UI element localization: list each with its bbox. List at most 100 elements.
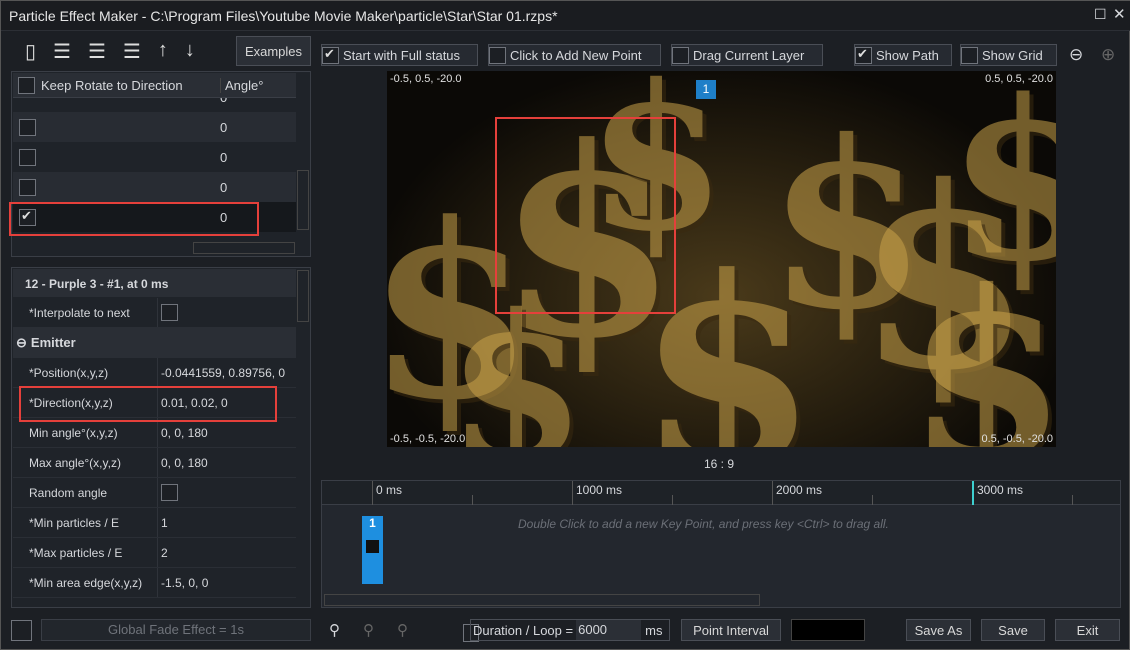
table-row[interactable]: 0 xyxy=(13,112,296,142)
property-label: Random angle xyxy=(13,478,158,507)
save-as-button[interactable]: Save As xyxy=(906,619,971,641)
property-value[interactable]: -0.0441559, 0.89756, 0 xyxy=(158,366,285,380)
maximize-icon[interactable]: ☐ xyxy=(1094,6,1107,23)
property-label: *Min area edge(x,y,z) xyxy=(13,568,158,597)
property-row[interactable]: Random angle xyxy=(13,478,296,508)
property-label: Max angle°(x,y,z) xyxy=(13,448,158,477)
corner-coord: 0.5, -0.5, -20.0 xyxy=(981,433,1053,445)
timeline-tick: 1000 ms xyxy=(572,481,622,505)
duration-unit: ms xyxy=(645,622,663,638)
show-grid-checkbox[interactable] xyxy=(961,46,978,64)
move-up-icon[interactable]: ↑ xyxy=(158,39,168,64)
full-status-checkbox[interactable] xyxy=(322,46,339,64)
property-row[interactable]: Min angle°(x,y,z) 0, 0, 180 xyxy=(13,418,296,448)
move-down-icon[interactable]: ↓ xyxy=(185,39,195,64)
vertical-scrollbar[interactable] xyxy=(297,170,309,230)
angle-value: 0 xyxy=(220,98,227,105)
timeline[interactable]: 0 ms 1000 ms 2000 ms 3000 ms Double Clic… xyxy=(321,480,1121,608)
key-point-label: 1 xyxy=(369,516,376,530)
zoom-in-icon[interactable]: ⊕ xyxy=(1101,45,1115,65)
collapse-icon[interactable]: ⊖ xyxy=(16,335,27,351)
remove-all-keys-icon[interactable]: ⚲ xyxy=(397,621,408,639)
highlight-box xyxy=(19,386,277,422)
horizontal-scrollbar[interactable] xyxy=(193,242,295,254)
remove-key-icon[interactable]: ⚲ xyxy=(363,621,374,639)
open-icon[interactable]: ▯ xyxy=(25,39,36,64)
property-row[interactable]: *Min area edge(x,y,z) -1.5, 0, 0 xyxy=(13,568,296,598)
option-label: Show Path xyxy=(876,47,939,63)
property-row[interactable]: Max angle°(x,y,z) 0, 0, 180 xyxy=(13,448,296,478)
global-fade-label: Global Fade Effect = 1s xyxy=(41,619,311,641)
add-key-icon[interactable]: ⚲ xyxy=(329,621,340,639)
property-label: *Min particles / E xyxy=(13,508,158,537)
column-header: Keep Rotate to Direction xyxy=(41,77,183,93)
fade-checkbox[interactable] xyxy=(11,620,32,641)
title-bar: Particle Effect Maker - C:\Program Files… xyxy=(1,1,1130,31)
section-title: Emitter xyxy=(30,335,76,350)
property-value[interactable]: -1.5, 0, 0 xyxy=(158,576,208,590)
angle-value: 0 xyxy=(220,179,228,195)
corner-coord: 0.5, 0.5, -20.0 xyxy=(985,73,1053,85)
property-label: *Max particles / E xyxy=(13,538,158,567)
properties-panel: 12 - Purple 3 - #1, at 0 ms *Interpolate… xyxy=(11,267,311,608)
corner-coord: -0.5, -0.5, -20.0 xyxy=(390,433,466,445)
delete-layer-icon[interactable]: ☰ xyxy=(88,39,106,64)
row-checkbox[interactable] xyxy=(19,148,36,166)
window-title: Particle Effect Maker - C:\Program Files… xyxy=(9,8,558,24)
highlight-box xyxy=(9,202,259,236)
duration-input[interactable]: 6000 xyxy=(576,620,642,640)
drag-layer-checkbox[interactable] xyxy=(672,46,689,64)
table-row[interactable]: 0 xyxy=(13,98,296,112)
vertical-scrollbar[interactable] xyxy=(297,270,309,322)
table-row[interactable]: 0 xyxy=(13,172,296,202)
delete-all-layers-icon[interactable]: ☰ xyxy=(123,39,141,64)
property-row[interactable]: *Min particles / E1 xyxy=(13,508,296,538)
property-label: Min angle°(x,y,z) xyxy=(13,418,158,447)
option-label: Show Grid xyxy=(982,47,1043,63)
properties-header: 12 - Purple 3 - #1, at 0 ms xyxy=(13,269,296,297)
row-checkbox[interactable] xyxy=(19,118,36,136)
row-checkbox[interactable] xyxy=(19,178,36,196)
timeline-hint: Double Click to add a new Key Point, and… xyxy=(518,517,889,531)
option-label: Click to Add New Point xyxy=(510,47,642,63)
layer-bounding-box[interactable] xyxy=(495,117,676,314)
property-label: *Position(x,y,z) xyxy=(13,358,158,387)
timeline-tick: 2000 ms xyxy=(772,481,822,505)
zoom-out-icon[interactable]: ⊖ xyxy=(1069,45,1083,65)
property-value[interactable]: 2 xyxy=(158,546,168,560)
interpolate-checkbox[interactable] xyxy=(161,304,178,321)
close-icon[interactable]: ✕ xyxy=(1113,5,1126,23)
emitter-section[interactable]: ⊖ Emitter xyxy=(13,328,296,358)
corner-coord: -0.5, 0.5, -20.0 xyxy=(390,73,462,85)
timeline-tick: 3000 ms xyxy=(972,481,1023,505)
column-header: Angle° xyxy=(220,77,263,93)
property-value[interactable]: 0, 0, 180 xyxy=(158,456,208,470)
random-angle-checkbox[interactable] xyxy=(161,484,178,501)
add-layer-icon[interactable]: ☰ xyxy=(53,39,71,64)
property-row[interactable]: *Position(x,y,z) -0.0441559, 0.89756, 0 xyxy=(13,358,296,388)
key-point[interactable]: 1 xyxy=(362,516,383,584)
select-all-checkbox[interactable] xyxy=(18,76,35,94)
angle-value: 0 xyxy=(220,119,228,135)
angle-value: 0 xyxy=(220,149,228,165)
preview-canvas[interactable]: $ $ $ $ $ $ $ $ $ -0.5, 0.5, -20.0 0.5, … xyxy=(387,71,1056,447)
point-marker[interactable]: 1 xyxy=(696,80,716,99)
option-label: Start with Full status xyxy=(343,47,461,63)
point-interval-button[interactable]: Point Interval xyxy=(681,619,781,641)
show-path-checkbox[interactable] xyxy=(855,46,872,64)
timeline-scrollbar[interactable] xyxy=(324,594,760,606)
color-swatch[interactable] xyxy=(791,619,865,641)
duration-label: Duration / Loop = xyxy=(473,622,574,638)
option-label: Drag Current Layer xyxy=(693,47,805,63)
save-button[interactable]: Save xyxy=(981,619,1045,641)
add-point-checkbox[interactable] xyxy=(489,46,506,64)
aspect-ratio: 16 : 9 xyxy=(704,457,735,471)
property-label: *Interpolate to next xyxy=(13,298,158,327)
timeline-tick: 0 ms xyxy=(372,481,402,505)
property-value[interactable]: 1 xyxy=(158,516,168,530)
table-row[interactable]: 0 xyxy=(13,142,296,172)
examples-button[interactable]: Examples xyxy=(236,36,311,66)
exit-button[interactable]: Exit xyxy=(1055,619,1120,641)
property-row[interactable]: *Max particles / E2 xyxy=(13,538,296,568)
property-value[interactable]: 0, 0, 180 xyxy=(158,426,208,440)
